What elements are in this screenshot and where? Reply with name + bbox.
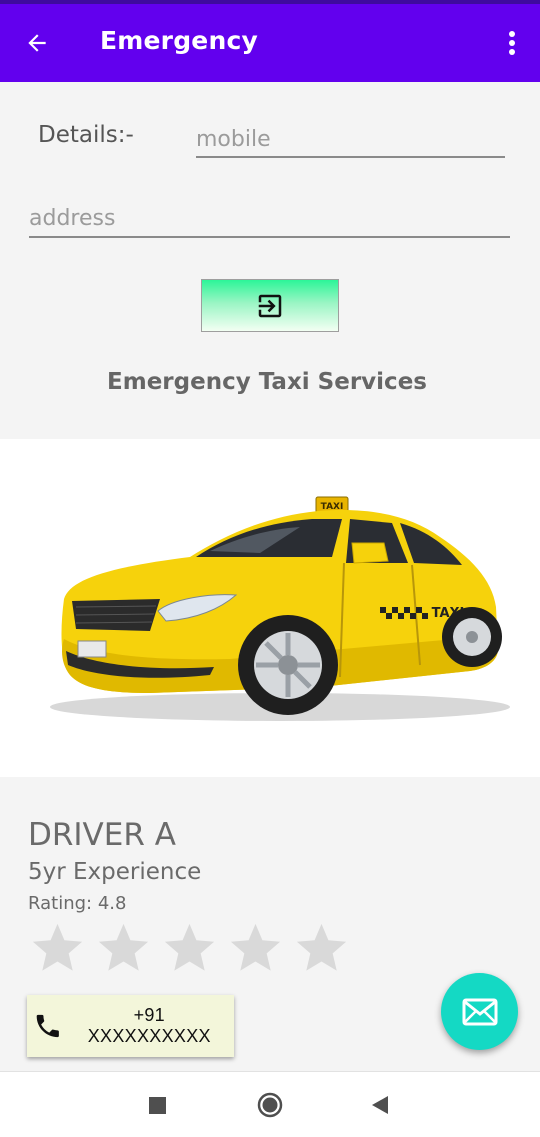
driver-experience: 5yr Experience	[28, 859, 202, 885]
triangle-back-icon[interactable]	[371, 1095, 389, 1115]
overflow-menu-button[interactable]	[502, 28, 522, 58]
details-label: Details:-	[38, 122, 134, 148]
rating-bar[interactable]	[28, 919, 351, 978]
back-button[interactable]	[22, 28, 52, 58]
page-title: Emergency	[100, 26, 258, 55]
submit-button[interactable]	[201, 279, 339, 332]
system-nav-bar	[0, 1071, 540, 1137]
star-icon[interactable]	[94, 919, 153, 978]
more-vert-icon	[509, 31, 515, 55]
app-bar: Emergency	[0, 4, 540, 82]
details-form: Details:- Emergency Taxi Services	[0, 82, 540, 439]
arrow-left-icon	[28, 34, 46, 52]
taxi-image-panel: TAXI TAXI	[0, 439, 540, 777]
driver-rating-text: Rating: 4.8	[28, 893, 127, 914]
star-icon[interactable]	[226, 919, 285, 978]
yellow-taxi-car-image: TAXI TAXI	[50, 496, 510, 721]
star-icon[interactable]	[28, 919, 87, 978]
exit-to-app-icon	[258, 294, 282, 317]
phone-number: +91 XXXXXXXXXX	[87, 1005, 211, 1046]
services-heading: Emergency Taxi Services	[107, 369, 427, 395]
circle-home-icon[interactable]	[257, 1092, 283, 1118]
email-fab[interactable]	[441, 973, 518, 1050]
mobile-input[interactable]	[196, 122, 505, 158]
square-recents-icon[interactable]	[149, 1097, 166, 1114]
phone-icon	[36, 1014, 59, 1038]
mail-icon	[462, 998, 497, 1025]
address-input[interactable]	[29, 200, 510, 238]
call-driver-button[interactable]: +91 XXXXXXXXXX	[27, 995, 234, 1057]
driver-name: DRIVER A	[28, 817, 176, 853]
star-icon[interactable]	[160, 919, 219, 978]
star-icon[interactable]	[292, 919, 351, 978]
